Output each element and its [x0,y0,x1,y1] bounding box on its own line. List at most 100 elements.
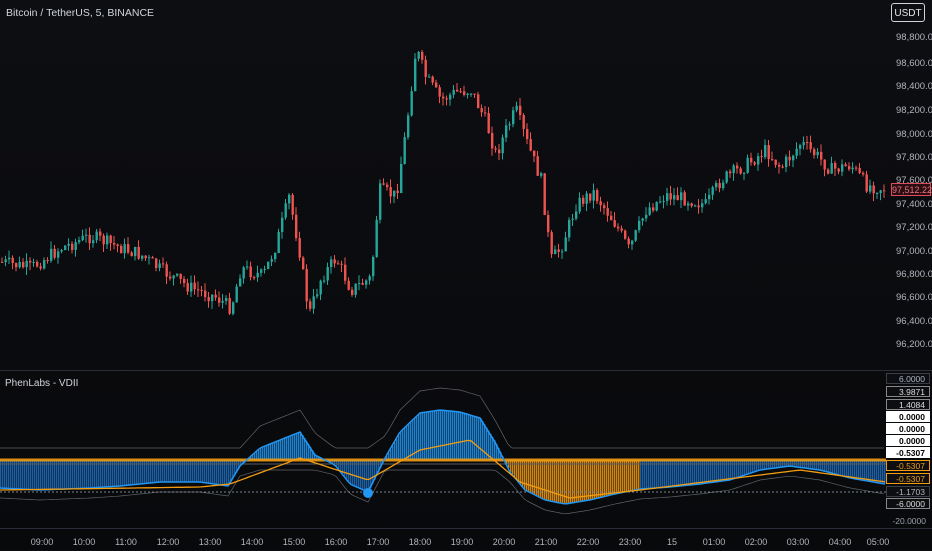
histogram-bar [390,449,392,460]
candle-body [690,203,693,207]
candle-body [827,169,830,174]
candle-body [99,231,102,236]
histogram-bar [452,411,454,460]
histogram-bar [346,460,348,479]
candle-body [407,115,410,138]
candle-body [641,218,644,221]
candle-body [67,243,70,246]
candle-body [764,145,767,158]
histogram-bar [860,460,862,480]
histogram-bar [396,438,398,460]
histogram-bar [422,412,424,460]
histogram-bar [630,460,632,491]
candle-body [347,280,350,290]
histogram-bar [628,460,630,492]
histogram-bar [564,460,566,504]
candle-body [617,226,620,229]
candle-body [246,266,249,268]
histogram-bar [558,460,560,503]
histogram-bar [432,411,434,460]
histogram-bar [420,413,422,460]
candle-body [876,193,879,195]
indicator-value-label: -6.0000 [886,498,930,509]
candle-body [141,255,144,259]
candle-body [414,58,417,92]
candle-body [547,214,550,233]
histogram-bar [400,432,402,460]
candle-body [806,142,809,144]
histogram-bar [440,410,442,460]
histogram-bar [204,460,206,483]
histogram-bar [160,460,162,482]
candle-body [809,142,812,150]
candle-body [757,156,760,165]
candle-body [256,272,259,278]
histogram-bar [534,460,536,495]
candle-body [372,256,375,277]
time-tick: 22:00 [576,537,600,547]
histogram-bar [148,460,150,484]
candle-body [428,76,431,78]
candle-body [575,211,578,219]
candle-body [883,190,886,192]
histogram-bar [172,460,174,482]
candle-body [568,219,571,238]
candle-body [872,185,875,194]
candle-body [424,59,427,77]
candle-body [155,258,158,268]
candle-body [522,115,525,129]
indicator-pane[interactable] [0,370,886,528]
histogram-bar [404,428,406,460]
chart-window[interactable]: Bitcoin / TetherUS, 5, BINANCE USDT 98,8… [0,0,932,550]
candle-body [442,96,445,99]
histogram-bar [174,460,176,482]
candle-body [64,245,67,250]
histogram-bar [752,460,754,473]
histogram-bar [754,460,756,472]
histogram-bar [364,460,366,491]
candle-body [120,245,123,254]
candle-body [302,257,305,270]
histogram-bar [562,460,564,504]
histogram-bar [836,460,838,475]
candle-body [606,208,609,216]
histogram-bar [730,460,732,480]
candle-body [680,192,683,201]
histogram-bar [546,460,548,501]
time-tick: 16:00 [324,537,348,547]
candle-body [8,257,11,260]
candle-body [501,137,504,154]
histogram-bar [738,460,740,478]
time-tick: 23:00 [618,537,642,547]
histogram-bar [348,460,350,482]
candle-body [400,163,403,194]
histogram-bar [572,460,574,503]
candle-body [820,151,823,160]
histogram-bar [744,460,746,476]
histogram-bar [272,443,274,460]
histogram-bar [874,460,876,483]
histogram-bar [560,460,562,503]
candle-body [351,289,354,295]
time-axis[interactable]: 09:00 10:00 11:00 12:00 13:00 14:00 15:0… [0,528,932,551]
candle-body [697,205,700,208]
candle-body [277,231,280,253]
histogram-bar [266,445,268,460]
histogram-bar [456,411,458,460]
price-chart[interactable] [0,0,932,370]
histogram-bar [872,460,874,482]
histogram-bar [824,460,826,472]
histogram-bar [584,460,586,501]
candle-body [459,91,462,93]
time-tick: 05:00 [866,537,890,547]
candle-body [386,184,389,188]
candle-body [172,275,175,279]
indicator-value-label: 1.4084 [886,399,930,410]
histogram-bar [194,460,196,482]
candle-body [57,251,60,258]
histogram-bar [610,460,612,496]
candle-body [106,235,109,245]
histogram-bar [208,460,210,484]
indicator-value-label: -1.1703 [886,486,930,497]
histogram-bar [538,460,540,497]
